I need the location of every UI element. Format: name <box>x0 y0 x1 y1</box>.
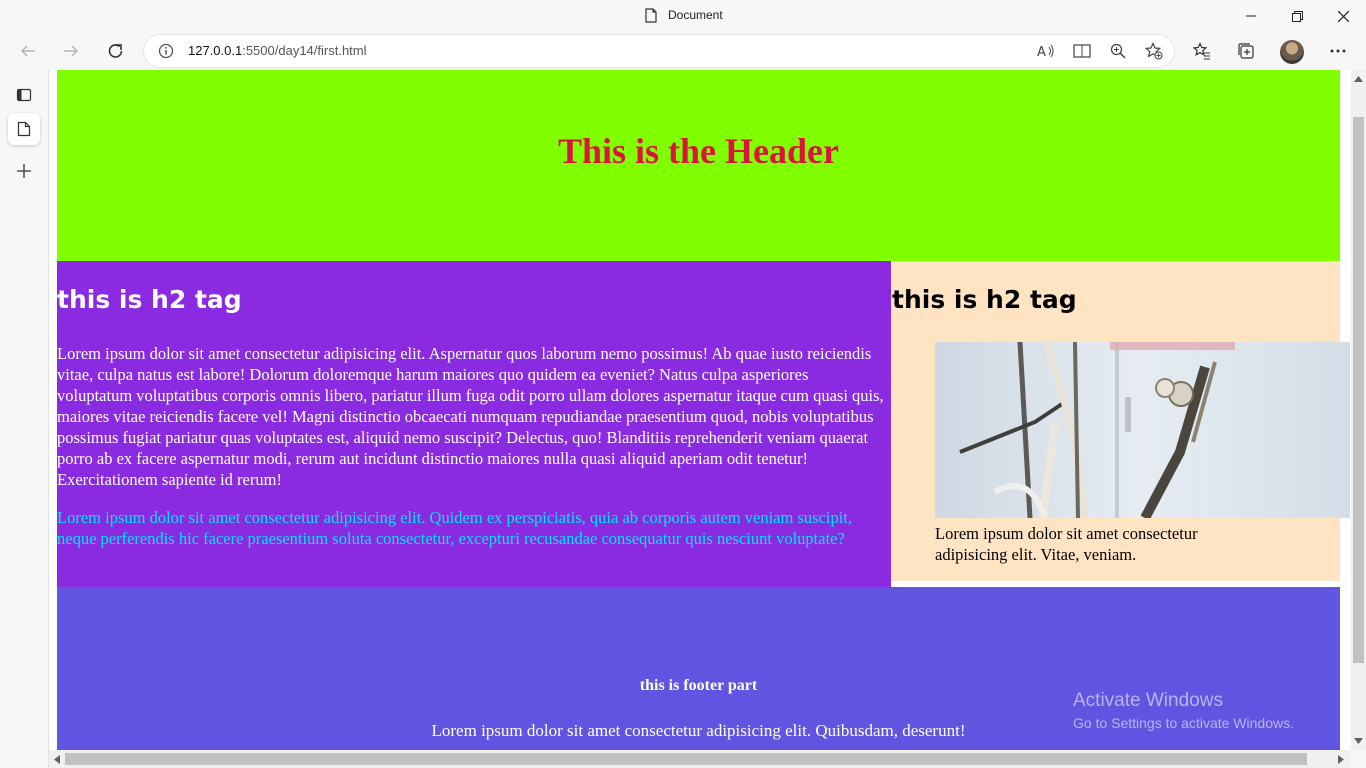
info-icon[interactable] <box>158 43 174 59</box>
immersive-reader-icon <box>1073 44 1091 58</box>
watermark-line2: Go to Settings to activate Windows. <box>1073 715 1294 731</box>
more-button[interactable] <box>1323 36 1353 66</box>
page-header: This is the Header <box>57 70 1340 261</box>
page-viewport[interactable]: This is the Header this is h2 tag Lorem … <box>49 70 1351 750</box>
minimize-icon <box>1246 15 1256 17</box>
main-paragraph-cyan: Lorem ipsum dolor sit amet consectetur a… <box>57 508 853 548</box>
aside-section: this is h2 tag Lorem ipsum dolor sit ame… <box>891 261 1350 581</box>
read-aloud-icon: A <box>1037 44 1054 59</box>
header-title: This is the Header <box>557 131 839 171</box>
main-section: this is h2 tag Lorem ipsum dolor sit ame… <box>57 261 891 587</box>
collections-button[interactable] <box>1231 36 1261 66</box>
collections-icon <box>1238 43 1254 59</box>
restore-icon <box>1291 10 1303 22</box>
refresh-button[interactable] <box>99 34 133 68</box>
url-host: 127.0.0.1 <box>188 43 243 58</box>
refresh-icon <box>108 44 123 58</box>
favorites-icon <box>1193 42 1210 60</box>
aside-heading: this is h2 tag <box>892 285 1077 314</box>
vertical-tabs-sidebar <box>0 70 49 768</box>
add-icon <box>17 164 31 178</box>
page-icon <box>17 121 31 137</box>
title-bar: Document <box>0 0 1366 32</box>
forward-button[interactable] <box>54 34 88 68</box>
activate-windows-watermark: Activate Windows Go to Settings to activ… <box>1073 690 1294 731</box>
url-text[interactable]: 127.0.0.1:5500/day14/first.html <box>188 43 367 58</box>
address-bar[interactable]: 127.0.0.1:5500/day14/first.html A <box>144 35 1174 67</box>
tripod-photo <box>935 342 1350 518</box>
scroll-right-arrow-icon[interactable] <box>1338 755 1344 764</box>
minimize-button[interactable] <box>1228 0 1274 32</box>
add-favorite-icon <box>1145 42 1163 60</box>
scroll-down-arrow-icon[interactable] <box>1354 738 1363 744</box>
add-favorite-button[interactable] <box>1142 40 1166 62</box>
aside-image <box>935 342 1350 518</box>
back-button[interactable] <box>11 34 45 68</box>
vertical-scroll-thumb[interactable] <box>1353 117 1364 663</box>
main-paragraph: Lorem ipsum dolor sit amet consectetur a… <box>57 344 884 489</box>
scroll-left-arrow-icon[interactable] <box>54 755 60 764</box>
vertical-scrollbar[interactable] <box>1351 70 1366 750</box>
horizontal-scrollbar[interactable] <box>49 750 1351 768</box>
read-aloud-button[interactable]: A <box>1034 40 1058 62</box>
watermark-line1: Activate Windows <box>1073 690 1223 711</box>
profile-avatar[interactable] <box>1280 40 1304 64</box>
browser-toolbar: 127.0.0.1:5500/day14/first.html A <box>0 32 1366 70</box>
aside-caption: Lorem ipsum dolor sit amet consectetur a… <box>935 524 1198 564</box>
close-icon <box>1337 10 1349 22</box>
close-button[interactable] <box>1320 0 1366 32</box>
immersive-reader-button[interactable] <box>1070 40 1094 62</box>
window-title: Document <box>668 8 723 22</box>
url-path: :5500/day14/first.html <box>242 43 367 58</box>
zoom-icon <box>1110 43 1126 59</box>
horizontal-scroll-thumb[interactable] <box>65 753 1307 765</box>
document-icon <box>645 8 657 23</box>
current-tab-button[interactable] <box>8 113 40 145</box>
svg-text:A: A <box>1037 45 1046 59</box>
forward-icon <box>64 45 79 57</box>
favorites-button[interactable] <box>1187 36 1217 66</box>
tab-actions-button[interactable] <box>8 79 40 111</box>
main-heading: this is h2 tag <box>57 285 242 314</box>
back-icon <box>20 45 35 57</box>
new-tab-button[interactable] <box>8 155 40 187</box>
tab-actions-icon <box>16 88 32 102</box>
restore-button[interactable] <box>1274 0 1320 32</box>
zoom-button[interactable] <box>1106 40 1130 62</box>
more-icon <box>1330 49 1346 53</box>
scroll-up-arrow-icon[interactable] <box>1354 76 1363 82</box>
